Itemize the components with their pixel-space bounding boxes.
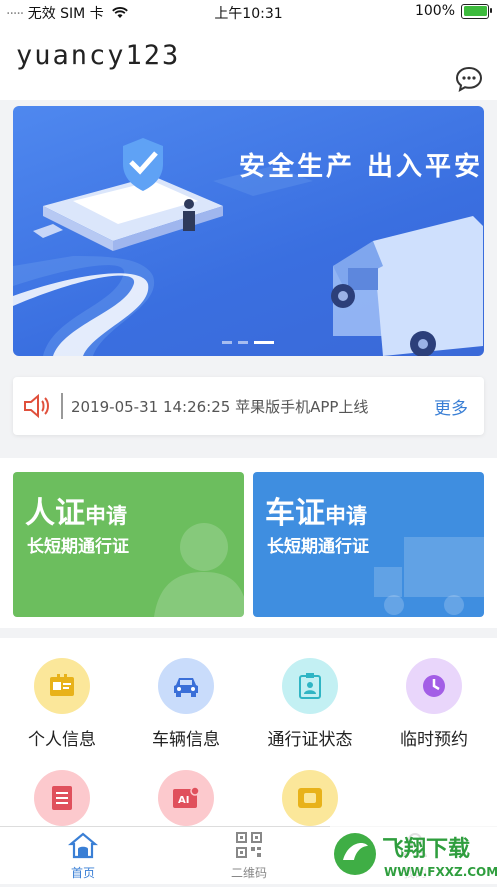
document-icon bbox=[34, 770, 90, 826]
card-title: 车证申请 bbox=[265, 496, 367, 531]
notice-bar[interactable]: 2019-05-31 14:26:25 苹果版手机APP上线 更多 bbox=[13, 377, 484, 435]
function-grid: 个人信息 车辆信息 通行证状态 临时预约 AI bbox=[0, 638, 497, 826]
grid-item-permit-status[interactable]: 通行证状态 bbox=[255, 658, 365, 750]
grid-item-personal-info[interactable]: 个人信息 bbox=[7, 658, 117, 750]
person-permit-card[interactable]: 人证申请 长短期通行证 bbox=[13, 472, 244, 617]
car-icon bbox=[158, 658, 214, 714]
chip-icon bbox=[282, 770, 338, 826]
tab-label: 首页 bbox=[70, 866, 95, 880]
notice-text[interactable]: 2019-05-31 14:26:25 苹果版手机APP上线 bbox=[71, 396, 368, 417]
grid-item-vehicle-info[interactable]: 车辆信息 bbox=[131, 658, 241, 750]
grid-label: 车辆信息 bbox=[152, 730, 220, 750]
battery-icon bbox=[461, 3, 492, 19]
banner-slogan: 安全生产 出入平安 bbox=[238, 152, 483, 182]
tab-label: 二维码 bbox=[230, 866, 267, 880]
divider bbox=[61, 393, 63, 419]
grid-label: 通行证状态 bbox=[267, 730, 353, 750]
id-card-icon bbox=[34, 658, 90, 714]
clock-icon bbox=[406, 658, 462, 714]
card-subtitle: 长短期通行证 bbox=[27, 537, 129, 557]
site-watermark: 飞翔下载 WWW.FXXZ.COM bbox=[330, 826, 497, 883]
carousel-dot[interactable] bbox=[222, 341, 232, 344]
tab-home[interactable]: 首页 bbox=[33, 831, 133, 881]
truck-silhouette-icon bbox=[374, 537, 484, 615]
card-subtitle: 长短期通行证 bbox=[267, 537, 369, 557]
ai-card-icon: AI bbox=[158, 770, 214, 826]
card-title: 人证申请 bbox=[25, 496, 127, 531]
qrcode-icon bbox=[236, 832, 262, 858]
username: yuancy123 bbox=[16, 40, 181, 71]
home-icon bbox=[67, 832, 99, 859]
badge-icon bbox=[282, 658, 338, 714]
grid-label: 个人信息 bbox=[28, 730, 96, 750]
battery-percent: 100% bbox=[414, 3, 455, 19]
carousel-dot-active[interactable] bbox=[254, 341, 274, 344]
person-silhouette-icon bbox=[154, 523, 244, 617]
watermark-url: WWW.FXXZ.COM bbox=[384, 865, 497, 879]
more-link[interactable]: 更多 bbox=[434, 394, 468, 419]
watermark-title: 飞翔下载 bbox=[382, 836, 470, 862]
tab-qrcode[interactable]: 二维码 bbox=[199, 831, 299, 881]
carousel-indicator[interactable] bbox=[222, 341, 274, 344]
status-bar: ····· 无效 SIM 卡 上午10:31 100% bbox=[0, 0, 497, 24]
banner-illustration bbox=[13, 138, 483, 356]
grid-label: 临时预约 bbox=[400, 730, 468, 750]
grid-item-temp-reservation[interactable]: 临时预约 bbox=[379, 658, 489, 750]
message-icon[interactable] bbox=[455, 66, 483, 92]
svg-text:AI: AI bbox=[178, 795, 189, 806]
carousel-dot[interactable] bbox=[238, 341, 248, 344]
vehicle-permit-card[interactable]: 车证申请 长短期通行证 bbox=[253, 472, 484, 617]
speaker-icon bbox=[24, 393, 49, 419]
promo-banner[interactable] bbox=[13, 106, 484, 356]
